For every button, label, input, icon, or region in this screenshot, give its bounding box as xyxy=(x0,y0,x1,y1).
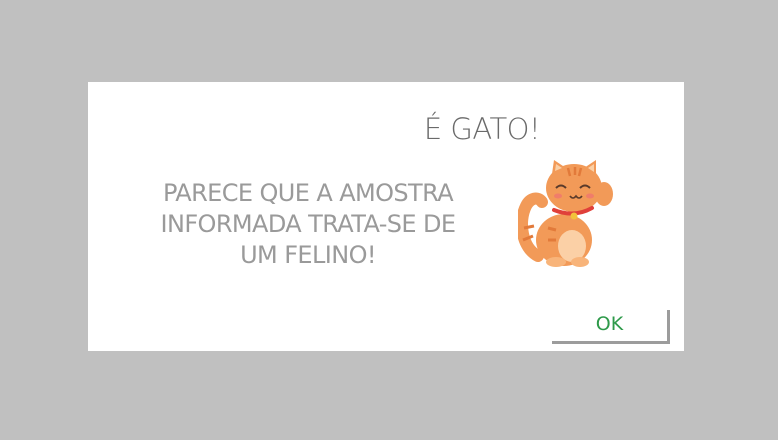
dialog-title-text: É GATO! xyxy=(423,112,541,146)
dialog-message: PARECE QUE A AMOSTRA INFORMADA TRATA-SE … xyxy=(160,179,457,269)
dialog-title: É GATO! xyxy=(88,112,658,146)
result-dialog: É GATO! PARECE QUE A AMOSTRA INFORMADA T… xyxy=(88,82,684,351)
ok-button[interactable]: OK xyxy=(552,310,670,344)
cat-icon xyxy=(516,158,618,270)
